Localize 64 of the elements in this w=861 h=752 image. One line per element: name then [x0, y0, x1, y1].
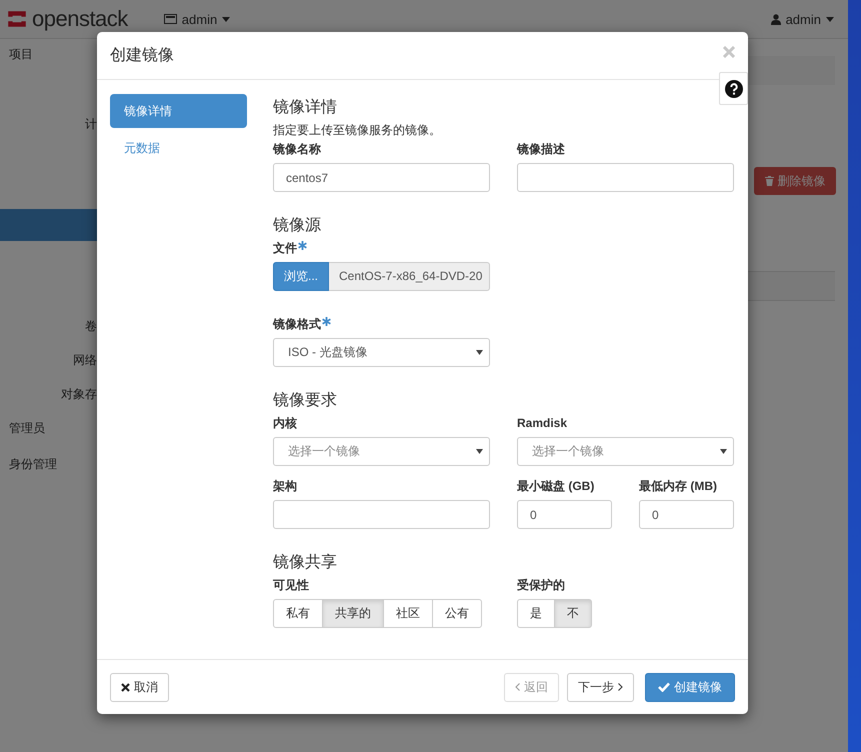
name-field[interactable]: centos7 [273, 163, 490, 192]
chevron-right-icon [618, 683, 623, 691]
sidebar-item[interactable]: 项目 [0, 39, 97, 75]
field-label: 最低内存 (MB) [639, 479, 718, 493]
visibility-option[interactable]: 共享的 [322, 599, 384, 628]
user-icon [770, 14, 781, 24]
section-heading: 镜像共享 [273, 553, 338, 573]
field-label: Ramdisk [517, 416, 568, 430]
protected-option[interactable]: 不 [554, 599, 592, 628]
min-ram-field[interactable]: 0 [639, 500, 734, 529]
monitor-icon [164, 14, 177, 24]
chevron-left-icon [515, 683, 520, 691]
field-label: 镜像名称 [273, 142, 322, 156]
sidebar-item[interactable]: 管理员 [0, 413, 97, 449]
caret-icon [720, 449, 727, 454]
min-disk-field[interactable]: 0 [517, 500, 612, 529]
step-tab[interactable]: 元数据 [110, 131, 247, 165]
section-heading: 镜像要求 [273, 391, 338, 411]
project-menu[interactable]: admin [164, 12, 230, 26]
sidebar-item[interactable]: 网络 [0, 345, 97, 379]
question-icon [724, 80, 742, 98]
kernel-select[interactable]: 选择一个镜像 [273, 437, 490, 466]
visibility-option[interactable]: 公有 [432, 599, 482, 628]
field-label: 可见性 [273, 578, 310, 592]
cancel-button[interactable]: 取消 [110, 672, 169, 702]
section-description: 指定要上传至镜像服务的镜像。 [273, 123, 442, 137]
field-label: 镜像格式 [273, 317, 734, 331]
visibility-option[interactable]: 私有 [273, 599, 323, 628]
close-icon[interactable] [723, 46, 735, 58]
delete-button[interactable]: 删除镜像 [754, 167, 836, 195]
step-tab[interactable]: 镜像详情 [110, 94, 247, 128]
sidebar-item[interactable]: 对象存 [0, 379, 97, 413]
section-heading: 镜像详情 [273, 98, 338, 118]
field-label: 内核 [273, 416, 298, 430]
field-label: 最小磁盘 (GB) [517, 479, 596, 493]
caret-icon [222, 16, 230, 22]
close-icon [121, 682, 130, 692]
sidebar-item[interactable]: 计 [0, 109, 97, 145]
description-field[interactable] [517, 163, 734, 192]
sidebar-item[interactable]: 卷 [0, 311, 97, 345]
user-menu[interactable]: admin [770, 12, 834, 26]
browse-button[interactable]: 浏览... [273, 262, 329, 291]
caret-icon [476, 350, 483, 355]
create-button[interactable]: 创建镜像 [645, 672, 735, 702]
caret-icon [826, 16, 834, 22]
field-label: 受保护的 [517, 578, 566, 592]
help-button[interactable] [719, 72, 748, 105]
field-label: 镜像描述 [517, 142, 566, 156]
field-label: 架构 [273, 479, 298, 493]
section-heading: 镜像源 [273, 216, 322, 236]
modal-title: 创建镜像 [110, 46, 174, 66]
sidebar-item[interactable]: 身份管理 [0, 449, 97, 485]
protected-option[interactable]: 是 [517, 599, 555, 628]
next-button[interactable]: 下一步 [567, 672, 634, 702]
architecture-field[interactable] [273, 500, 490, 529]
trash-icon [764, 176, 774, 186]
logo-text: openstack [32, 6, 128, 32]
field-label: 文件 [273, 241, 734, 255]
ramdisk-select[interactable]: 选择一个镜像 [517, 437, 734, 466]
check-icon [658, 682, 670, 692]
format-select[interactable]: ISO - 光盘镜像 [273, 338, 490, 367]
visibility-option[interactable]: 社区 [383, 599, 433, 628]
caret-icon [476, 449, 483, 454]
file-name-field: CentOS-7-x86_64-DVD-20 [329, 262, 490, 291]
